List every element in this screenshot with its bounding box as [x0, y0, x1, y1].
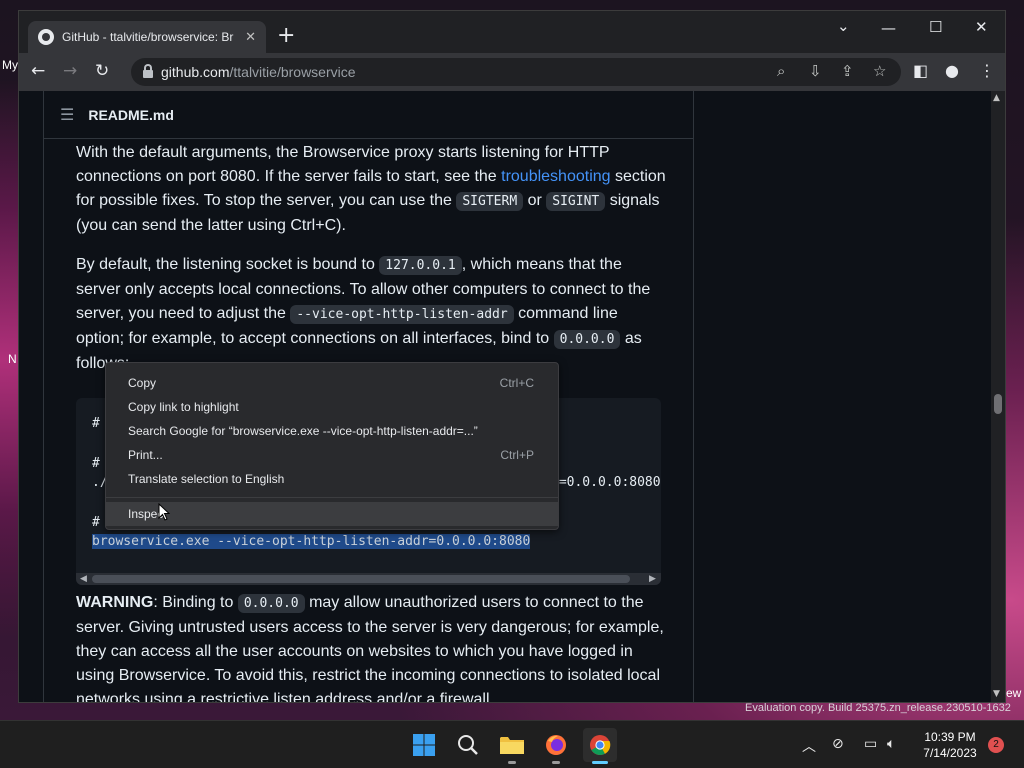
scroll-right-icon[interactable]: ▶: [649, 573, 656, 585]
readme-header: ☰ README.md: [44, 91, 693, 139]
firefox-button[interactable]: [539, 728, 573, 762]
code-comment: #: [92, 515, 100, 530]
volume-icon[interactable]: 🔈︎: [887, 736, 895, 752]
taskbar-clock[interactable]: 10:39 PM 7/14/2023: [910, 729, 990, 761]
desktop-icon-label: N: [8, 352, 17, 366]
app-indicator: [552, 761, 560, 764]
minimize-button[interactable]: —: [881, 19, 896, 37]
browser-window: GitHub - ttalvitie/browservice: Br ✕ + ⌄…: [18, 10, 1006, 703]
menu-item-inspect[interactable]: Inspect: [106, 502, 558, 526]
menu-item-copy[interactable]: Copy Ctrl+C: [106, 371, 558, 395]
side-panel-icon[interactable]: ◧: [913, 61, 928, 80]
tab-github[interactable]: GitHub - ttalvitie/browservice: Br ✕: [28, 21, 266, 53]
network-offline-icon[interactable]: ⊘: [832, 736, 844, 752]
search-icon: [458, 735, 478, 755]
browser-toolbar: ← → ↻ github.com/ttalvitie/browservice ⌕…: [19, 53, 1005, 91]
url-text[interactable]: github.com/ttalvitie/browservice: [161, 64, 356, 80]
close-tab-icon[interactable]: ✕: [245, 30, 256, 45]
code-comment: #: [92, 456, 100, 471]
file-explorer-button[interactable]: [495, 728, 529, 762]
windows-logo-icon: [413, 734, 435, 756]
code-line-tail: r=0.0.0.0:8080: [551, 475, 661, 490]
clock-date: 7/14/2023: [923, 746, 977, 760]
back-arrow-icon[interactable]: ←: [31, 61, 45, 81]
folder-icon: [500, 737, 524, 754]
scroll-left-icon[interactable]: ◀: [80, 573, 87, 585]
display-icon[interactable]: ▭: [864, 736, 877, 752]
desktop-icon-label: ew: [1006, 686, 1022, 700]
reload-icon[interactable]: ↻: [95, 61, 109, 81]
install-app-icon[interactable]: ⇩: [809, 62, 822, 80]
warning-paragraph: WARNING: Binding to 0.0.0.0 may allow un…: [76, 594, 664, 703]
active-app-indicator: [592, 761, 608, 764]
tab-search-icon[interactable]: ⌄: [837, 17, 850, 35]
taskbar: ︿ ⊘ ▭ 🔈︎ 10:39 PM 7/14/2023 2: [0, 720, 1024, 768]
evaluation-watermark: Evaluation copy. Build 25375.zn_release.…: [745, 702, 1011, 714]
chrome-icon: [590, 735, 611, 756]
new-tab-button[interactable]: +: [277, 25, 295, 47]
inline-code: SIGTERM: [456, 192, 524, 211]
menu-kebab-icon[interactable]: ⋮: [979, 61, 995, 80]
scrollbar-thumb[interactable]: [994, 394, 1002, 414]
firefox-icon: [546, 735, 566, 755]
start-button[interactable]: [407, 728, 441, 762]
search-button[interactable]: [451, 728, 485, 762]
app-indicator: [508, 761, 516, 764]
code-comment: #: [92, 416, 100, 431]
menu-item-print[interactable]: Print... Ctrl+P: [106, 443, 558, 467]
menu-separator: [106, 497, 558, 498]
inline-code: --vice-opt-http-listen-addr: [290, 305, 514, 324]
paragraph-2: By default, the listening socket is boun…: [76, 256, 651, 372]
close-window-button[interactable]: ✕: [975, 18, 988, 36]
github-icon: [38, 29, 54, 45]
chrome-button[interactable]: [583, 728, 617, 762]
show-hidden-icons-chevron-icon[interactable]: ︿: [802, 736, 816, 756]
maximize-button[interactable]: ☐: [929, 18, 942, 36]
share-icon[interactable]: ⇪: [841, 62, 854, 80]
scroll-up-icon[interactable]: ▲: [993, 93, 1000, 103]
search-icon[interactable]: ⌕: [777, 62, 785, 80]
tab-title: GitHub - ttalvitie/browservice: Br: [62, 30, 234, 44]
lock-icon[interactable]: [143, 64, 153, 78]
clock-time: 10:39 PM: [924, 730, 976, 744]
context-menu: Copy Ctrl+C Copy link to highlight Search…: [105, 362, 559, 530]
address-bar[interactable]: github.com/ttalvitie/browservice ⌕ ⇩ ⇪ ☆: [131, 58, 901, 86]
tab-strip: GitHub - ttalvitie/browservice: Br ✕ + ⌄…: [19, 11, 1005, 53]
menu-item-search-google[interactable]: Search Google for “browservice.exe --vic…: [106, 419, 558, 443]
outline-list-icon[interactable]: ☰: [60, 105, 74, 124]
code-horizontal-scrollbar[interactable]: ◀ ▶: [76, 573, 661, 585]
selected-code-line[interactable]: browservice.exe --vice-opt-http-listen-a…: [92, 534, 531, 549]
notification-badge[interactable]: 2: [988, 737, 1004, 753]
inline-code: 0.0.0.0: [553, 330, 621, 349]
menu-item-translate[interactable]: Translate selection to English: [106, 467, 558, 491]
inline-code: SIGINT: [546, 192, 606, 211]
inline-code: 127.0.0.1: [379, 256, 462, 275]
scrollbar-thumb[interactable]: [92, 575, 630, 583]
paragraph-1: With the default arguments, the Browserv…: [76, 144, 666, 234]
desktop-icon-label: My: [2, 58, 18, 72]
page-vertical-scrollbar[interactable]: ▲ ▼: [991, 91, 1005, 702]
troubleshooting-link[interactable]: troubleshooting: [501, 168, 610, 185]
forward-arrow-icon[interactable]: →: [63, 61, 77, 81]
profile-icon[interactable]: ●: [945, 61, 959, 80]
inline-code: 0.0.0.0: [237, 594, 305, 613]
menu-item-copy-link-to-highlight[interactable]: Copy link to highlight: [106, 395, 558, 419]
mouse-pointer-icon: [158, 503, 170, 521]
bookmark-star-icon[interactable]: ☆: [873, 62, 886, 80]
readme-title: README.md: [88, 106, 174, 123]
scroll-down-icon[interactable]: ▼: [993, 689, 1000, 699]
warning-label: WARNING: [76, 594, 154, 611]
